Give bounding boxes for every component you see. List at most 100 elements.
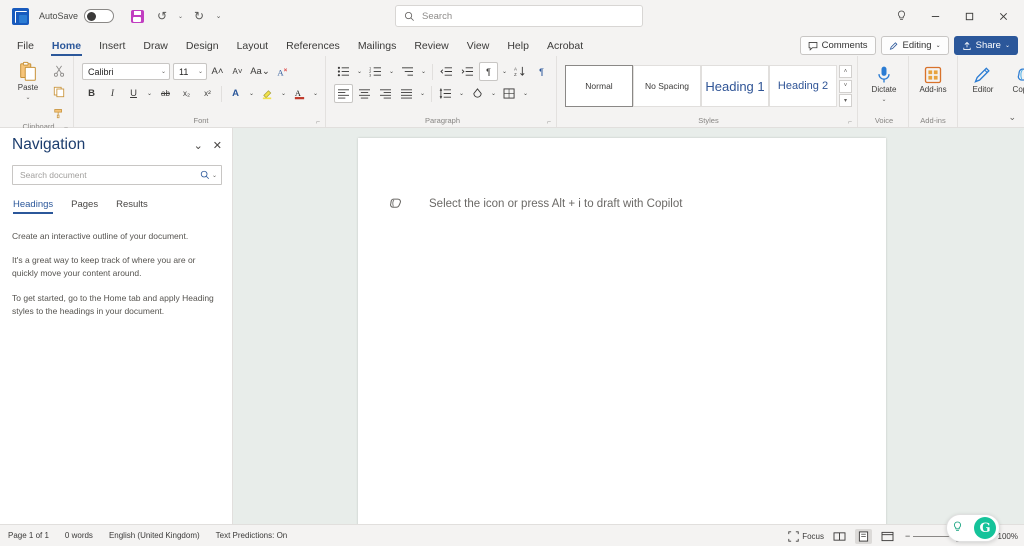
clear-formatting-icon[interactable]: A (273, 62, 292, 81)
share-button[interactable]: Share ⌄ (953, 36, 1018, 55)
minimize-button[interactable] (918, 1, 952, 31)
chevron-down-icon[interactable]: ⌄ (194, 139, 203, 152)
copilot-draft-prompt[interactable]: Select the icon or press Alt + i to draf… (388, 196, 682, 211)
status-word-count[interactable]: 0 words (65, 531, 93, 540)
line-spacing-icon[interactable] (436, 84, 455, 103)
bullets-icon[interactable] (334, 62, 353, 81)
close-button[interactable] (986, 1, 1020, 31)
tab-home[interactable]: Home (43, 38, 90, 56)
status-language[interactable]: English (United Kingdom) (109, 531, 200, 540)
grammarly-widget[interactable]: G (946, 514, 1000, 542)
dialog-launcher-icon[interactable]: ⌐ (316, 119, 320, 126)
increase-indent-icon[interactable] (458, 62, 477, 81)
copy-icon[interactable] (49, 82, 68, 101)
align-center-icon[interactable] (355, 84, 374, 103)
style-normal[interactable]: Normal (565, 65, 633, 107)
document-canvas[interactable]: Select the icon or press Alt + i to draf… (233, 128, 1024, 524)
comments-button[interactable]: Comments (799, 36, 876, 55)
qat-more-icon[interactable]: ⌄ (213, 5, 224, 27)
autosave-toggle[interactable] (84, 9, 115, 23)
numbering-caret-icon[interactable]: ⌄ (387, 62, 396, 81)
word-app-icon[interactable] (12, 7, 29, 25)
bullets-caret-icon[interactable]: ⌄ (355, 62, 364, 81)
multilevel-list-icon[interactable] (398, 62, 417, 81)
tab-acrobat[interactable]: Acrobat (538, 38, 592, 56)
document-page[interactable]: Select the icon or press Alt + i to draf… (358, 138, 886, 524)
multilevel-caret-icon[interactable]: ⌄ (419, 62, 428, 81)
paste-button[interactable]: Paste ⌄ (9, 59, 47, 101)
redo-icon[interactable]: ↻ (188, 5, 210, 27)
restore-button[interactable] (952, 1, 986, 31)
dictate-button[interactable]: Dictate ⌄ (865, 63, 903, 103)
borders-icon[interactable] (500, 84, 519, 103)
show-marks-icon[interactable]: ¶ (479, 62, 498, 81)
status-text-predictions[interactable]: Text Predictions: On (216, 531, 288, 540)
cut-icon[interactable] (49, 61, 68, 80)
ribbon-collapse-icon[interactable]: ⌄ (1008, 112, 1016, 123)
status-page-number[interactable]: Page 1 of 1 (8, 531, 49, 540)
save-icon[interactable] (126, 5, 148, 27)
dialog-launcher-icon[interactable]: ⌐ (547, 119, 551, 126)
paragraph-marks-icon[interactable]: ¶ (532, 62, 551, 81)
editing-mode-button[interactable]: Editing ⌄ (880, 36, 949, 55)
focus-button[interactable]: Focus (788, 530, 824, 542)
tab-design[interactable]: Design (177, 38, 228, 56)
close-icon[interactable]: ✕ (213, 139, 222, 152)
format-painter-icon[interactable] (49, 103, 68, 122)
numbering-icon[interactable]: 1 2 3 (366, 62, 385, 81)
print-layout-view-button[interactable] (855, 528, 872, 544)
copilot-icon[interactable] (388, 196, 403, 211)
grammarly-logo[interactable]: G (974, 517, 996, 539)
justify-caret-icon[interactable]: ⌄ (418, 84, 427, 103)
underline-icon[interactable]: U (124, 84, 143, 103)
dialog-launcher-icon[interactable]: ⌐ (848, 119, 852, 126)
nav-tab-results[interactable]: Results (116, 199, 148, 214)
tab-review[interactable]: Review (405, 38, 457, 56)
change-case-icon[interactable]: Aa⌄ (248, 62, 272, 81)
text-effects-icon[interactable]: A (226, 84, 245, 103)
font-name-combo[interactable]: Calibri ⌄ (82, 63, 170, 80)
bold-icon[interactable]: B (82, 84, 101, 103)
font-size-combo[interactable]: 11 ⌄ (173, 63, 207, 80)
read-mode-view-button[interactable] (831, 529, 848, 544)
tab-draw[interactable]: Draw (134, 38, 177, 56)
nav-tab-pages[interactable]: Pages (71, 199, 98, 214)
style-no-spacing[interactable]: No Spacing (633, 65, 701, 107)
styles-more-icon[interactable]: ▾ (839, 94, 852, 107)
align-right-icon[interactable] (376, 84, 395, 103)
styles-scroll-down-icon[interactable]: ˅ (839, 79, 852, 93)
strikethrough-icon[interactable]: ab (156, 84, 175, 103)
style-heading-2[interactable]: Heading 2 (769, 65, 837, 107)
tab-view[interactable]: View (458, 38, 499, 56)
shrink-font-icon[interactable]: A˅ (228, 62, 247, 81)
nav-tab-headings[interactable]: Headings (13, 199, 54, 214)
shading-caret-icon[interactable]: ⌄ (489, 84, 498, 103)
chevron-down-icon[interactable]: ⌄ (212, 172, 217, 179)
style-heading-1[interactable]: Heading 1 (701, 65, 769, 107)
underline-caret-icon[interactable]: ⌄ (145, 84, 154, 103)
font-color-caret-icon[interactable]: ⌄ (311, 84, 320, 103)
shading-icon[interactable] (468, 84, 487, 103)
text-effects-caret-icon[interactable]: ⌄ (247, 84, 256, 103)
tab-insert[interactable]: Insert (90, 38, 134, 56)
subscript-icon[interactable]: x₂ (177, 84, 196, 103)
copilot-button[interactable]: Copilot (1006, 63, 1024, 95)
show-marks-caret-icon[interactable]: ⌄ (500, 62, 509, 81)
addins-button[interactable]: Add-ins (914, 63, 952, 95)
editor-button[interactable]: Editor (964, 63, 1002, 95)
lightbulb-icon[interactable] (952, 521, 963, 536)
tab-file[interactable]: File (8, 38, 43, 56)
font-color-icon[interactable]: A (290, 84, 309, 103)
zoom-out-button[interactable]: − (905, 531, 910, 541)
align-left-icon[interactable] (334, 84, 353, 103)
help-lightbulb-icon[interactable] (884, 1, 918, 31)
tab-help[interactable]: Help (498, 38, 538, 56)
tab-mailings[interactable]: Mailings (349, 38, 406, 56)
highlight-caret-icon[interactable]: ⌄ (279, 84, 288, 103)
undo-caret-icon[interactable]: ⌄ (176, 5, 185, 27)
search-box[interactable]: Search (395, 5, 643, 27)
tab-layout[interactable]: Layout (228, 38, 278, 56)
styles-scroll-up-icon[interactable]: ˄ (839, 65, 852, 78)
grow-font-icon[interactable]: A˄ (208, 62, 227, 81)
superscript-icon[interactable]: x² (198, 84, 217, 103)
